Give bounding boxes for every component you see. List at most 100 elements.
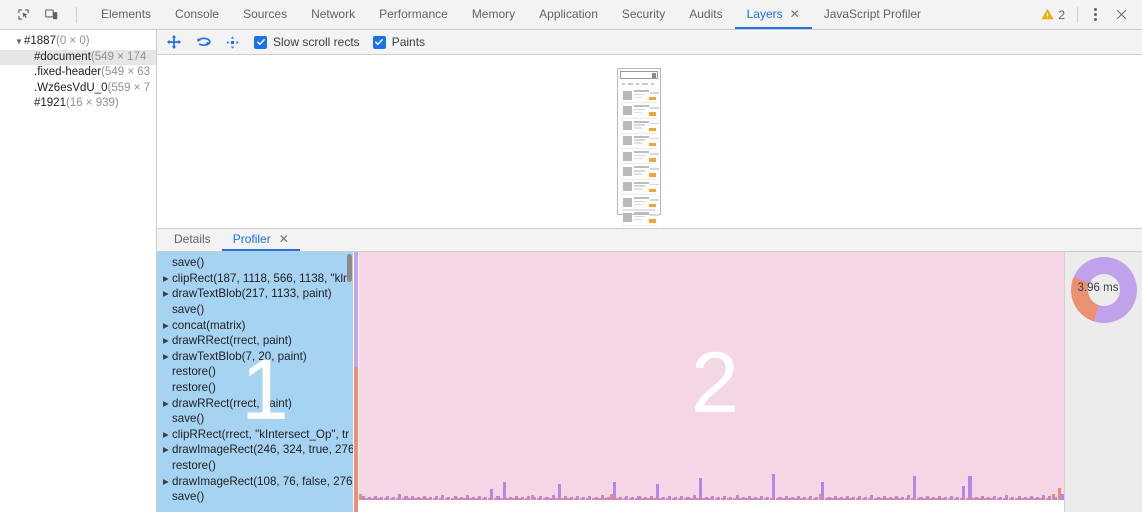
expand-triangle-icon[interactable]: ▶: [162, 430, 172, 439]
inspect-element-icon[interactable]: [14, 6, 32, 24]
layer-tree-sidebar[interactable]: ▼ #1887 (0 × 0) #document (549 × 174 .fi…: [0, 30, 157, 512]
tab-elements[interactable]: Elements: [89, 0, 163, 29]
tab-label: Memory: [472, 7, 515, 21]
twisty-icon[interactable]: ▼: [14, 34, 24, 50]
tab-label: Network: [311, 7, 355, 21]
device-toolbar-icon[interactable]: [42, 6, 60, 24]
layer-preview-row: [621, 103, 657, 118]
checkbox-box[interactable]: [373, 36, 386, 49]
tab-application[interactable]: Application: [527, 0, 610, 29]
close-icon[interactable]: ✕: [790, 8, 800, 20]
tab-sources[interactable]: Sources: [231, 0, 299, 29]
paint-command-text: clipRect(187, 1118, 566, 1138, "klr: [172, 272, 347, 285]
expand-triangle-icon[interactable]: ▶: [162, 321, 172, 330]
layer-node-name: #document: [34, 50, 91, 66]
devtools-window: Elements Console Sources Network Perform…: [0, 0, 1142, 512]
tab-network[interactable]: Network: [299, 0, 367, 29]
paint-command-row[interactable]: save(): [157, 489, 353, 505]
paint-timing-barchart[interactable]: [359, 452, 1064, 500]
devtools-tab-bar: Elements Console Sources Network Perform…: [0, 0, 1142, 30]
tab-javascript-profiler[interactable]: JavaScript Profiler: [812, 0, 933, 29]
tab-details[interactable]: Details: [163, 229, 222, 251]
paint-command-text: save(): [172, 303, 204, 316]
warning-count: 2: [1058, 8, 1065, 22]
layer-index-overlay-1: 1: [241, 347, 289, 433]
layer-tree-node-root[interactable]: ▼ #1887 (0 × 0): [0, 34, 156, 50]
layer-index-overlay-2: 2: [691, 340, 739, 426]
tab-label: Audits: [689, 7, 722, 21]
split-segment-lower: [354, 367, 358, 512]
paint-command-row[interactable]: ▶drawTextBlob(217, 1133, paint): [157, 286, 353, 302]
tab-label: Elements: [101, 7, 151, 21]
expand-triangle-icon[interactable]: ▶: [162, 477, 172, 486]
tab-label: Performance: [379, 7, 448, 21]
expand-triangle-icon[interactable]: ▶: [162, 399, 172, 408]
paint-command-text: restore(): [172, 365, 216, 378]
pan-mode-icon[interactable]: [165, 33, 183, 51]
split-segment-upper: [354, 252, 358, 367]
layer-tree-node-wz6esvdu[interactable]: .Wz6esVdU_0 (559 × 7: [0, 81, 156, 97]
paint-command-text: restore(): [172, 381, 216, 394]
checkbox-box[interactable]: [254, 36, 267, 49]
layers-toolbar: Slow scroll rects Paints: [157, 30, 1142, 55]
tab-memory[interactable]: Memory: [460, 0, 527, 29]
tab-bar-actions: 2: [1035, 0, 1142, 29]
paint-command-row[interactable]: save(): [157, 255, 353, 271]
paint-command-text: save(): [172, 490, 204, 503]
expand-triangle-icon[interactable]: ▶: [162, 336, 172, 345]
tab-layers[interactable]: Layers ✕: [735, 0, 812, 29]
tab-label: Console: [175, 7, 219, 21]
tab-security[interactable]: Security: [610, 0, 677, 29]
layer-preview[interactable]: [617, 68, 661, 215]
paint-bar-purple: [913, 476, 916, 500]
paint-command-text: drawImageRect(246, 324, true, 276: [172, 443, 353, 456]
close-icon[interactable]: ✕: [279, 232, 289, 246]
paint-command-row[interactable]: restore(): [157, 458, 353, 474]
layer-preview-row: [621, 210, 657, 225]
kebab-menu-icon[interactable]: [1084, 4, 1106, 26]
tab-console[interactable]: Console: [163, 0, 231, 29]
paint-command-text: save(): [172, 412, 204, 425]
check-icon: [374, 37, 384, 47]
paint-command-row[interactable]: save(): [157, 302, 353, 318]
tab-audits[interactable]: Audits: [677, 0, 734, 29]
layer-preview-row: [621, 88, 657, 103]
layer-preview-row: [621, 149, 657, 164]
expand-triangle-icon[interactable]: ▶: [162, 352, 172, 361]
paint-command-row[interactable]: ▶concat(matrix): [157, 317, 353, 333]
paint-duration-label: 3.96 ms: [1056, 282, 1140, 294]
paint-command-row[interactable]: ▶drawImageRect(108, 76, false, 276: [157, 473, 353, 489]
devtools-mode-icons: [0, 0, 89, 29]
paint-command-text: concat(matrix): [172, 319, 245, 332]
checkbox-slow-scroll-rects[interactable]: Slow scroll rects: [254, 35, 360, 49]
expand-triangle-icon[interactable]: ▶: [162, 289, 172, 298]
paint-command-text: save(): [172, 256, 204, 269]
tab-label: Application: [539, 7, 598, 21]
close-devtools-icon[interactable]: [1108, 2, 1134, 28]
command-list-scrollbar[interactable]: [347, 254, 352, 282]
paint-command-text: drawTextBlob(217, 1133, paint): [172, 287, 332, 300]
layers-3d-viewport[interactable]: [157, 55, 1142, 228]
tab-profiler[interactable]: Profiler ✕: [222, 229, 300, 251]
profiler-subtabs: Details Profiler ✕: [157, 228, 1142, 252]
paint-command-row[interactable]: ▶drawImageRect(246, 324, true, 276: [157, 442, 353, 458]
paint-command-row[interactable]: ▶clipRect(187, 1118, 566, 1138, "klr: [157, 271, 353, 287]
layer-preview-header: [620, 71, 658, 79]
reset-transform-icon[interactable]: [223, 33, 241, 51]
panel-tabs: Elements Console Sources Network Perform…: [89, 0, 933, 29]
expand-triangle-icon[interactable]: ▶: [162, 274, 172, 283]
tab-label: Security: [622, 7, 665, 21]
layer-preview-row: [621, 180, 657, 195]
warning-indicator[interactable]: 2: [1035, 8, 1071, 22]
paint-command-text: restore(): [172, 459, 216, 472]
layer-tree-node-fixed-header[interactable]: .fixed-header (549 × 63: [0, 65, 156, 81]
tab-performance[interactable]: Performance: [367, 0, 460, 29]
rotate-mode-icon[interactable]: [194, 33, 212, 51]
expand-triangle-icon[interactable]: ▶: [162, 445, 172, 454]
layer-tree-node-1921[interactable]: #1921 (16 × 939): [0, 96, 156, 112]
layer-preview-row: [621, 164, 657, 179]
layer-tree-node-document[interactable]: #document (549 × 174: [0, 50, 156, 66]
checkbox-paints[interactable]: Paints: [373, 35, 425, 49]
warning-triangle-icon: [1041, 8, 1054, 21]
tab-label: Sources: [243, 7, 287, 21]
